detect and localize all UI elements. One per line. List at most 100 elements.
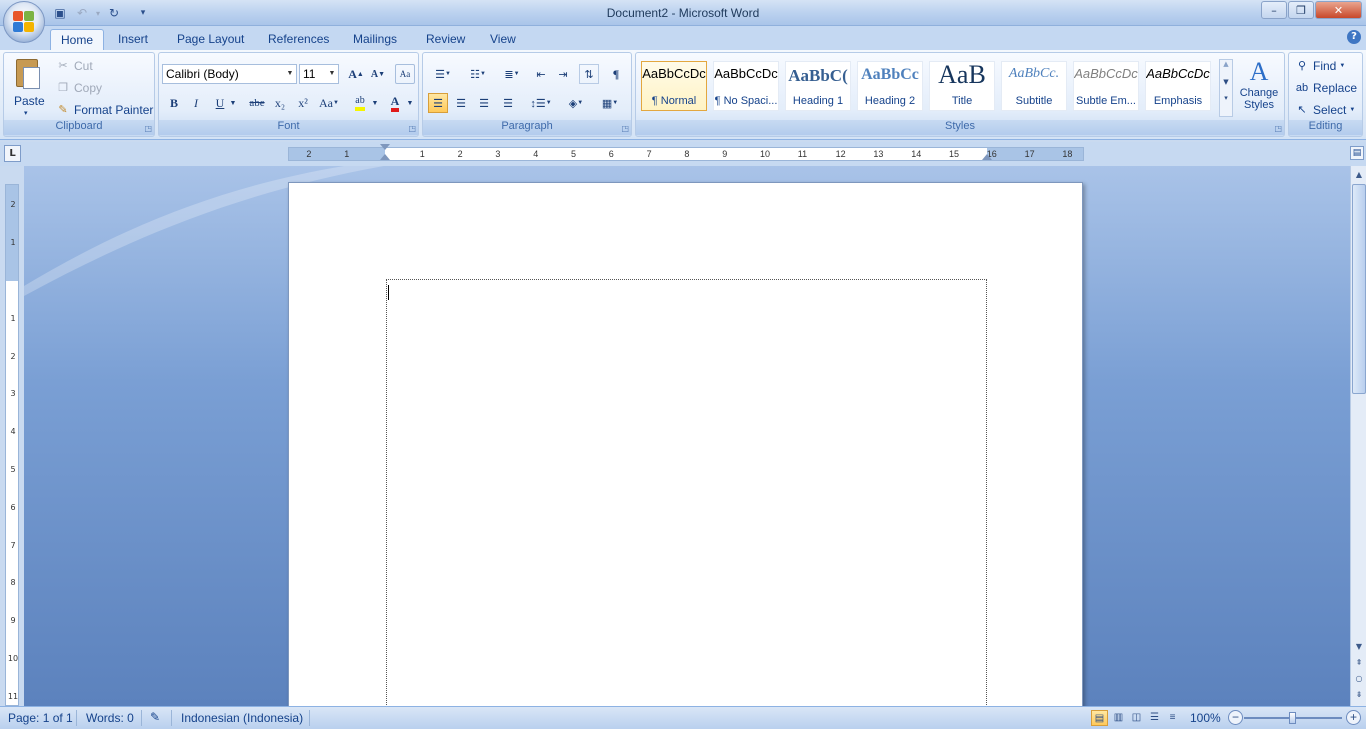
zoom-slider-thumb[interactable]: [1289, 712, 1296, 724]
tab-insert[interactable]: Insert: [108, 29, 158, 50]
font-family-select[interactable]: Calibri (Body) ▼: [162, 64, 297, 84]
outline-icon[interactable]: ☰: [1146, 710, 1163, 726]
cut-button[interactable]: ✂ Cut: [56, 59, 92, 73]
borders-icon[interactable]: ▦ ▼: [595, 93, 625, 113]
tab-mailings[interactable]: Mailings: [343, 29, 407, 50]
hanging-indent-marker[interactable]: [380, 154, 390, 160]
full-screen-reading-icon[interactable]: ▥: [1110, 710, 1127, 726]
vertical-ruler[interactable]: 2 1 1 2 3 4 5 6 7 8 9 10 11: [5, 184, 19, 706]
right-indent-marker[interactable]: [982, 154, 992, 160]
style-title[interactable]: AaB Title: [929, 60, 995, 111]
style-heading-1[interactable]: AaBbC( Heading 1: [785, 61, 851, 111]
shrink-font-button[interactable]: A ▼: [368, 64, 388, 84]
style-heading-2[interactable]: AaBbCc Heading 2: [857, 61, 923, 111]
minimize-button[interactable]: –: [1261, 1, 1287, 19]
decrease-indent-icon[interactable]: ⇤: [531, 64, 551, 84]
clipboard-launcher-icon[interactable]: ◳: [144, 124, 152, 133]
bold-button[interactable]: B: [164, 93, 184, 113]
view-ruler-icon[interactable]: ▤: [1350, 146, 1364, 160]
scroll-down-icon[interactable]: ▼: [1220, 78, 1232, 86]
justify-icon[interactable]: ☰: [498, 93, 518, 113]
line-spacing-icon[interactable]: ↕☰ ▼: [526, 93, 556, 113]
print-layout-icon[interactable]: ▤: [1091, 710, 1108, 726]
align-right-icon[interactable]: ☰: [474, 93, 494, 113]
tab-selector-button[interactable]: L: [4, 145, 21, 162]
tab-review[interactable]: Review: [416, 29, 475, 50]
font-color-dropdown-icon[interactable]: ▼: [405, 93, 415, 113]
change-case-button[interactable]: Aa ▼: [317, 93, 341, 113]
tab-page-layout[interactable]: Page Layout: [167, 29, 254, 50]
browse-object-icon[interactable]: ○: [1352, 672, 1366, 686]
scroll-up-icon[interactable]: ▲: [1352, 168, 1366, 182]
scroll-up-icon[interactable]: ▲: [1220, 60, 1232, 68]
styles-gallery-scroll[interactable]: ▲ ▼ ▾: [1219, 59, 1233, 117]
multilevel-list-icon[interactable]: ≣ ▼: [497, 64, 527, 84]
document-page[interactable]: [288, 182, 1083, 706]
select-button[interactable]: ↖ Select ▼: [1295, 103, 1355, 117]
style-no-spacing[interactable]: AaBbCcDc ¶ No Spaci...: [713, 61, 779, 111]
language-indicator[interactable]: Indonesian (Indonesia): [181, 711, 303, 725]
grow-font-button[interactable]: A ▲: [346, 64, 366, 84]
subscript-button[interactable]: x₂: [270, 93, 290, 113]
align-left-icon[interactable]: ☰: [428, 93, 448, 113]
zoom-level[interactable]: 100%: [1190, 711, 1221, 725]
paragraph-launcher-icon[interactable]: ◳: [621, 124, 629, 133]
style-normal[interactable]: AaBbCcDc ¶ Normal: [641, 61, 707, 111]
paste-icon[interactable]: [14, 57, 42, 91]
clear-formatting-icon[interactable]: Aa: [395, 64, 415, 84]
paste-button[interactable]: Paste: [14, 94, 45, 108]
tab-references[interactable]: References: [258, 29, 339, 50]
change-styles-button[interactable]: A Change Styles: [1237, 57, 1281, 121]
italic-button[interactable]: I: [186, 93, 206, 113]
proofing-icon[interactable]: ✎: [150, 710, 160, 724]
text-boundary[interactable]: [386, 279, 987, 706]
page-count[interactable]: Page: 1 of 1: [8, 711, 73, 725]
paste-dropdown-icon[interactable]: ▾: [24, 109, 28, 117]
show-hide-button[interactable]: ¶: [606, 64, 626, 84]
zoom-out-icon[interactable]: −: [1228, 710, 1243, 725]
previous-page-icon[interactable]: ⇞: [1352, 656, 1366, 670]
first-line-indent-marker[interactable]: [380, 144, 390, 150]
increase-indent-icon[interactable]: ⇥: [553, 64, 573, 84]
next-page-icon[interactable]: ⇟: [1352, 688, 1366, 702]
highlight-dropdown-icon[interactable]: ▼: [370, 93, 380, 113]
help-icon[interactable]: ?: [1347, 30, 1361, 44]
tab-view[interactable]: View: [480, 29, 526, 50]
format-painter-button[interactable]: ✎ Format Painter: [56, 103, 153, 117]
find-button[interactable]: ⚲ Find ▼: [1295, 59, 1345, 73]
font-size-select[interactable]: 11 ▼: [299, 64, 339, 84]
strikethrough-button[interactable]: abe: [245, 93, 269, 113]
underline-button[interactable]: U: [210, 93, 230, 113]
office-button[interactable]: [3, 1, 45, 43]
web-layout-icon[interactable]: ◫: [1128, 710, 1145, 726]
align-center-icon[interactable]: ☰: [451, 93, 471, 113]
style-subtitle[interactable]: AaBbCc. Subtitle: [1001, 61, 1067, 111]
close-button[interactable]: ✕: [1315, 1, 1362, 19]
restore-button[interactable]: ❐: [1288, 1, 1314, 19]
styles-launcher-icon[interactable]: ◳: [1274, 124, 1282, 133]
zoom-in-icon[interactable]: +: [1346, 710, 1361, 725]
tab-home[interactable]: Home: [50, 29, 105, 50]
shading-icon[interactable]: ◈ ▼: [561, 93, 591, 113]
scroll-down-icon[interactable]: ▼: [1352, 640, 1366, 654]
draft-icon[interactable]: ≡: [1164, 710, 1181, 726]
style-emphasis[interactable]: AaBbCcDc Emphasis: [1145, 61, 1211, 111]
font-launcher-icon[interactable]: ◳: [408, 124, 416, 133]
bullets-icon[interactable]: ☰ ▼: [428, 64, 458, 84]
font-color-button[interactable]: A: [385, 93, 405, 113]
underline-dropdown-icon[interactable]: ▼: [228, 93, 238, 113]
copy-button[interactable]: ❐ Copy: [56, 81, 102, 95]
horizontal-ruler[interactable]: 2 1 1 2 3 4 5 6 7 8 9 10 11 12 13 14 15 16 17 18: [288, 144, 1084, 161]
sort-icon[interactable]: ⇅: [579, 64, 599, 84]
more-styles-icon[interactable]: ▾: [1220, 94, 1232, 102]
word-count[interactable]: Words: 0: [86, 711, 134, 725]
numbering-icon[interactable]: ☷ ▼: [463, 64, 493, 84]
vertical-scrollbar[interactable]: ▲ ▼ ⇞ ○ ⇟: [1350, 166, 1366, 706]
replace-button[interactable]: ab Replace: [1295, 81, 1357, 95]
superscript-button[interactable]: x²: [293, 93, 313, 113]
scrollbar-thumb[interactable]: [1352, 184, 1366, 394]
style-subtle-emphasis[interactable]: AaBbCcDc Subtle Em...: [1073, 61, 1139, 111]
highlight-icon[interactable]: ab: [350, 93, 370, 113]
zoom-slider[interactable]: [1244, 712, 1342, 724]
ruler-tick-label: 18: [1062, 149, 1073, 159]
